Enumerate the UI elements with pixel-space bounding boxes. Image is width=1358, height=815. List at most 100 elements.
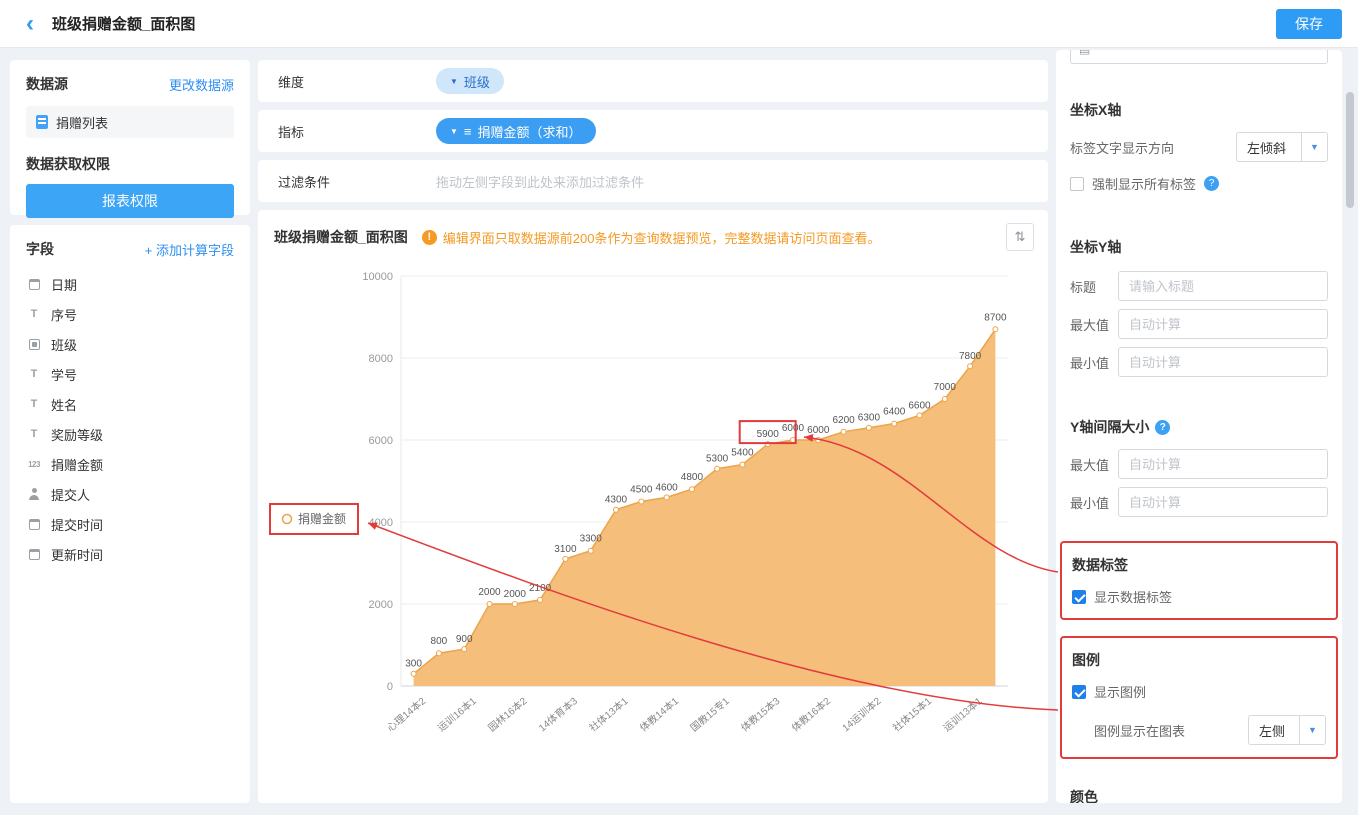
datasource-table-item[interactable]: 捐赠列表 — [26, 106, 234, 138]
field-row-student-id[interactable]: T 学号 — [26, 359, 234, 389]
report-permission-button[interactable]: 报表权限 — [26, 184, 234, 218]
svg-text:800: 800 — [431, 636, 448, 647]
top-header: ‹ 班级捐赠金额_面积图 保存 — [0, 0, 1358, 48]
permission-title: 数据获取权限 — [26, 156, 110, 172]
change-datasource-link[interactable]: 更改数据源 — [169, 75, 234, 94]
force-all-labels-label: 强制显示所有标签 — [1092, 177, 1197, 192]
clipped-top-input[interactable]: ▤ — [1070, 50, 1328, 64]
svg-text:0: 0 — [387, 681, 393, 693]
datasource-table-name: 捐赠列表 — [56, 115, 109, 131]
data-label-section-title: 数据标签 — [1072, 557, 1128, 573]
dimension-row: 维度 ▼ 班级 — [258, 60, 1048, 102]
field-row-update-time[interactable]: 更新时间 — [26, 539, 234, 569]
svg-text:体教15本3: 体教15本3 — [738, 694, 782, 734]
area-chart: 0200040006000800010000300800 9002000 20002… — [269, 271, 1008, 734]
svg-text:5300: 5300 — [706, 454, 729, 465]
svg-text:4000: 4000 — [369, 517, 393, 529]
svg-text:7800: 7800 — [959, 351, 982, 362]
text-icon: T — [30, 428, 38, 440]
x-axis-section-title: 坐标X轴 — [1070, 102, 1122, 118]
svg-text:300: 300 — [405, 659, 422, 670]
y-axis-title-input[interactable] — [1118, 271, 1328, 301]
svg-text:6300: 6300 — [858, 413, 881, 424]
chevron-down-icon: ▼ — [450, 126, 458, 136]
add-calc-field-link[interactable]: + 添加计算字段 — [145, 240, 234, 259]
svg-text:4800: 4800 — [681, 472, 704, 483]
field-row-submit-time[interactable]: 提交时间 — [26, 509, 234, 539]
svg-text:10000: 10000 — [362, 271, 393, 283]
data-label-annotation-box: 数据标签 显示数据标签 — [1060, 541, 1338, 620]
chart-card: 班级捐赠金额_面积图 ! 编辑界面只取数据源前200条作为查询数据预览，完整数据… — [258, 210, 1048, 803]
y-interval-section-title: Y轴间隔大小 ? — [1070, 417, 1328, 437]
svg-text:7000: 7000 — [934, 382, 957, 393]
svg-text:2000: 2000 — [504, 589, 527, 600]
svg-text:心理14本2: 心理14本2 — [384, 694, 428, 734]
label-direction-select[interactable]: 左倾斜 ▼ — [1236, 132, 1328, 162]
legend-section-title: 图例 — [1072, 652, 1100, 668]
help-icon[interactable]: ? — [1204, 176, 1220, 191]
y-axis-title-label: 标题 — [1070, 279, 1097, 295]
y-axis-min-input[interactable] — [1118, 347, 1328, 377]
back-icon[interactable]: ‹ — [26, 11, 34, 36]
svg-text:3100: 3100 — [554, 544, 577, 555]
scrollbar-track — [1346, 50, 1354, 803]
filter-label: 过滤条件 — [278, 174, 331, 190]
calendar-icon — [26, 278, 42, 290]
svg-text:6400: 6400 — [883, 407, 906, 418]
scrollbar-thumb[interactable] — [1346, 92, 1354, 208]
svg-text:5900: 5900 — [757, 429, 780, 440]
label-direction-label: 标签文字显示方向 — [1070, 140, 1175, 156]
svg-text:4300: 4300 — [605, 495, 628, 506]
help-icon[interactable]: ? — [1155, 419, 1171, 435]
y-interval-min-label: 最小值 — [1070, 495, 1110, 511]
sort-button[interactable]: ⇅ — [1006, 223, 1034, 251]
field-row-date[interactable]: 日期 — [26, 269, 234, 299]
field-row-submitter[interactable]: 提交人 — [26, 479, 234, 509]
svg-text:园林16本2: 园林16本2 — [485, 694, 529, 734]
svg-text:2100: 2100 — [529, 583, 552, 594]
y-interval-max-input[interactable] — [1118, 449, 1328, 479]
text-icon: T — [30, 398, 38, 410]
y-axis-section-title: 坐标Y轴 — [1070, 239, 1122, 255]
dimension-pill[interactable]: ▼ 班级 — [436, 68, 504, 94]
metric-pill[interactable]: ▼ ≡ 捐赠金额（求和） — [436, 118, 596, 144]
field-row-award-level[interactable]: T 奖励等级 — [26, 419, 234, 449]
svg-text:900: 900 — [456, 634, 473, 645]
legend-annotation-box: 图例 显示图例 图例显示在图表 左侧 ▼ — [1060, 636, 1338, 759]
field-row-name[interactable]: T 姓名 — [26, 389, 234, 419]
field-row-class[interactable]: 班级 — [26, 329, 234, 359]
field-row-serial[interactable]: T 序号 — [26, 299, 234, 329]
show-legend-checkbox[interactable] — [1072, 684, 1086, 699]
svg-text:3300: 3300 — [580, 534, 603, 545]
dimension-label: 维度 — [278, 74, 305, 90]
svg-text:6000: 6000 — [782, 423, 805, 434]
legend-position-select[interactable]: 左侧 ▼ — [1248, 715, 1326, 745]
svg-text:14体育本3: 14体育本3 — [536, 694, 580, 734]
datasource-title: 数据源 — [26, 76, 68, 92]
svg-text:体教14本1: 体教14本1 — [637, 694, 681, 734]
svg-text:社体15本1: 社体15本1 — [890, 694, 934, 734]
grid-icon: ▤ — [1079, 50, 1090, 56]
y-interval-min-input[interactable] — [1118, 487, 1328, 517]
y-axis-max-input[interactable] — [1118, 309, 1328, 339]
chart-area: 0 2000 4000 6000 8000 10000 300 800 900 2000 2000 2… — [266, 256, 1040, 796]
svg-text:8000: 8000 — [369, 353, 393, 365]
filter-row[interactable]: 过滤条件 拖动左侧字段到此处来添加过滤条件 — [258, 160, 1048, 202]
select-icon — [26, 338, 42, 350]
metric-label: 指标 — [278, 124, 305, 140]
page-title: 班级捐赠金额_面积图 — [52, 16, 196, 33]
show-data-labels-checkbox[interactable] — [1072, 589, 1086, 604]
chevron-down-icon: ▼ — [450, 76, 458, 86]
text-icon: T — [30, 368, 38, 380]
warning-icon: ! — [421, 229, 437, 245]
force-all-labels-checkbox[interactable] — [1070, 176, 1084, 191]
field-row-donation-amount[interactable]: 123 捐赠金额 — [26, 449, 234, 479]
save-button[interactable]: 保存 — [1276, 8, 1342, 39]
show-data-labels-label: 显示数据标签 — [1094, 590, 1173, 605]
plus-icon: + — [144, 242, 156, 258]
svg-text:4600: 4600 — [655, 482, 678, 493]
settings-panel: ▤ 坐标X轴 标签文字显示方向 左倾斜 ▼ 强制显示所有标签 ? 坐标Y轴 标题… — [1056, 50, 1342, 803]
svg-text:6000: 6000 — [807, 425, 830, 436]
svg-text:捐赠金额: 捐赠金额 — [298, 511, 346, 526]
svg-text:运训16本1: 运训16本1 — [435, 694, 479, 734]
